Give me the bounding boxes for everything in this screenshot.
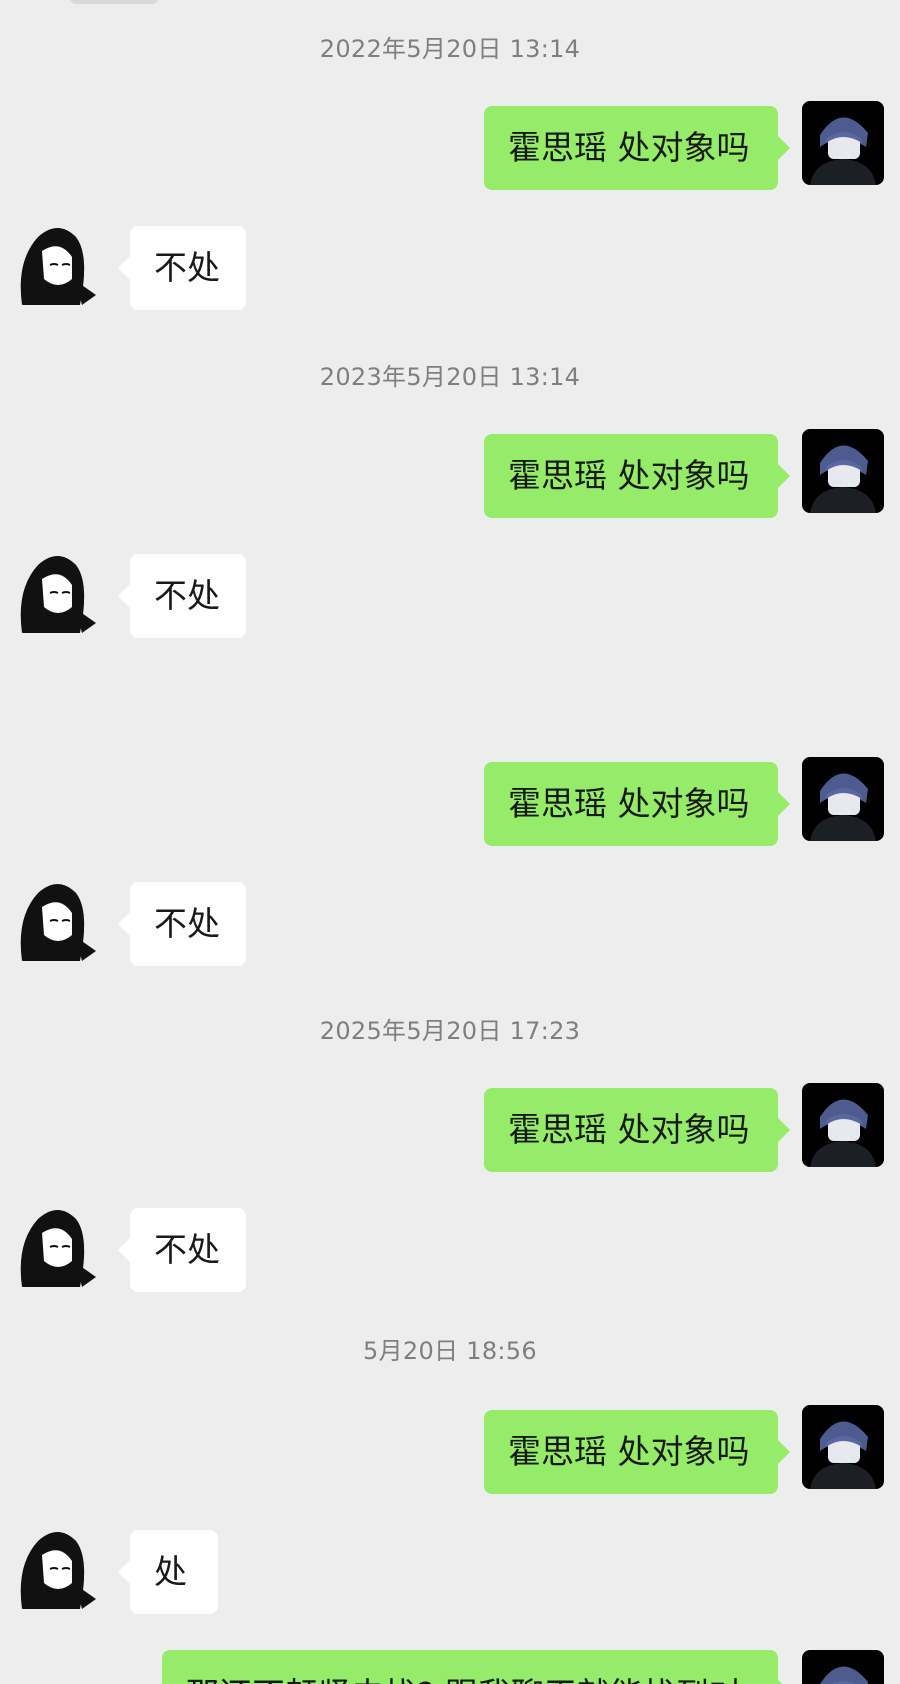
timestamp-3: 2025年5月20日 17:23 [319, 1017, 581, 1045]
message-bubble-received-5[interactable]: 处 [118, 1530, 218, 1614]
message-bubble-sent-1[interactable]: 霍思瑶 处对象吗 [484, 106, 790, 190]
message-bubble-sent-5[interactable]: 霍思瑶 处对象吗 [484, 1410, 790, 1494]
boy-avatar-icon[interactable] [802, 1650, 884, 1684]
message-bubble-received-3[interactable]: 不处 [118, 882, 246, 966]
timestamp-2: 2023年5月20日 13:14 [319, 363, 581, 391]
girl-avatar-icon[interactable] [16, 877, 98, 961]
girl-avatar-icon[interactable] [16, 1203, 98, 1287]
girl-avatar-icon[interactable] [16, 221, 98, 305]
timestamp-4: 5月20日 18:56 [363, 1337, 537, 1365]
message-bubble-sent-4[interactable]: 霍思瑶 处对象吗 [484, 1088, 790, 1172]
girl-avatar-icon[interactable] [16, 1525, 98, 1609]
message-bubble-received-4[interactable]: 不处 [118, 1208, 246, 1292]
message-bubble-received-1[interactable]: 不处 [118, 226, 246, 310]
message-bubble-sent-3[interactable]: 霍思瑶 处对象吗 [484, 762, 790, 846]
boy-avatar-icon[interactable] [802, 101, 884, 185]
boy-avatar-icon[interactable] [802, 1405, 884, 1489]
message-bubble-received-2[interactable]: 不处 [118, 554, 246, 638]
girl-avatar-icon[interactable] [16, 549, 98, 633]
boy-avatar-icon[interactable] [802, 1083, 884, 1167]
boy-avatar-icon[interactable] [802, 429, 884, 513]
chat-window: 2022年5月20日 13:14 霍思瑶 处对象吗 不处 2023年5月20日 … [0, 0, 900, 1684]
message-bubble-sent-6[interactable]: 那还不赶紧去找?,跟我聊天就能找到对 [162, 1650, 790, 1684]
previous-message-fragment [70, 0, 158, 4]
boy-avatar-icon[interactable] [802, 757, 884, 841]
timestamp-1: 2022年5月20日 13:14 [319, 35, 581, 63]
message-bubble-sent-2[interactable]: 霍思瑶 处对象吗 [484, 434, 790, 518]
